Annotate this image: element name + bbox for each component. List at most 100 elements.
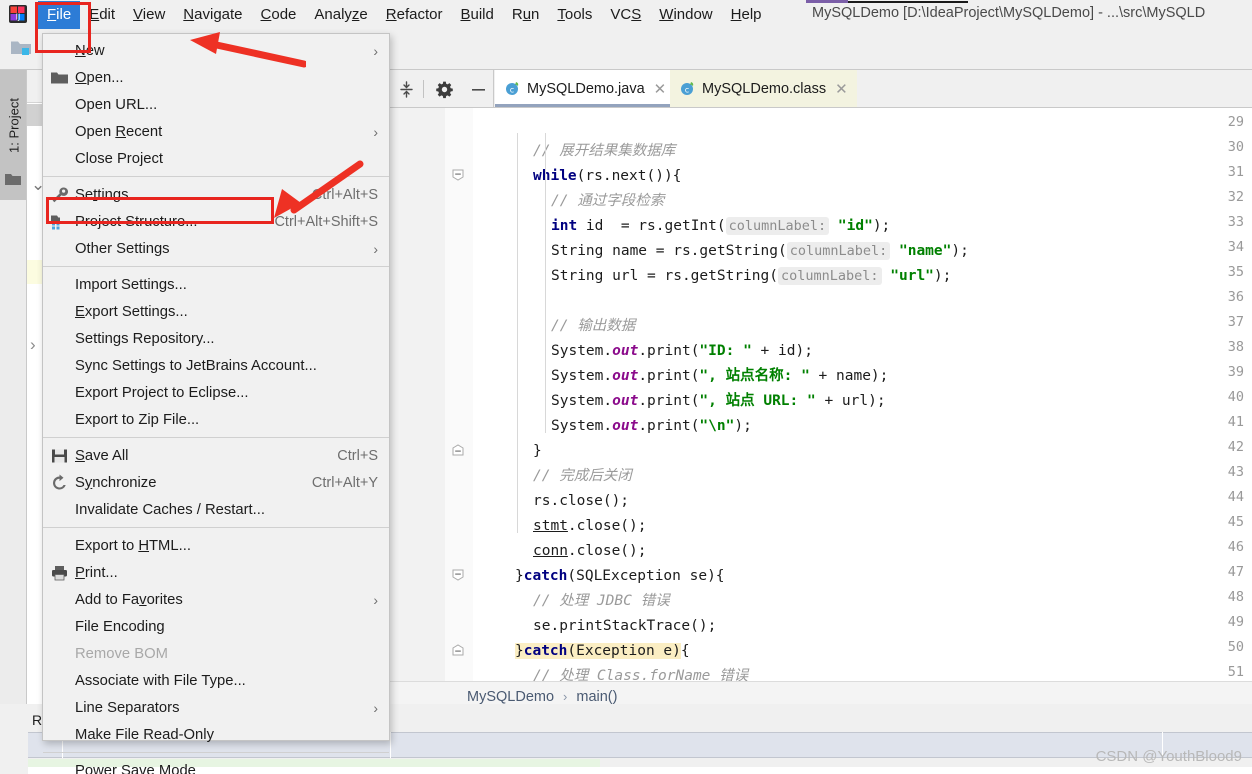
menu-item-add-to-favorites[interactable]: Add to Favorites › (43, 586, 389, 613)
menu-item-export-project-to-eclipse[interactable]: Export Project to Eclipse... (43, 379, 389, 406)
fold-marker-minus-open[interactable] (452, 568, 464, 581)
svg-text:c: c (685, 86, 689, 95)
menu-edit[interactable]: Edit (80, 1, 124, 29)
menu-item-synchronize[interactable]: Synchronize Ctrl+Alt+Y (43, 469, 389, 496)
breadcrumb-item-method[interactable]: main() (576, 689, 617, 705)
menu-view[interactable]: View (124, 1, 174, 29)
menu-item-file-encoding[interactable]: File Encoding (43, 613, 389, 640)
menu-item-open-recent[interactable]: Open Recent › (43, 118, 389, 145)
fold-marker-plus-closed[interactable] (452, 443, 464, 456)
code-folding-column[interactable] (445, 108, 473, 681)
code-line[interactable]: int id = rs.getInt(columnLabel: "id"); (551, 214, 890, 239)
breadcrumb-item-class[interactable]: MySQLDemo (467, 689, 554, 705)
gear-icon[interactable] (435, 80, 454, 99)
menu-vcs[interactable]: VCS (601, 1, 650, 29)
menu-item-invalidate-caches-restart[interactable]: Invalidate Caches / Restart... (43, 496, 389, 523)
fold-marker-minus-open[interactable] (452, 168, 464, 181)
code-line[interactable]: stmt.close(); (533, 514, 647, 539)
code-line[interactable]: String name = rs.getString(columnLabel: … (551, 239, 969, 264)
menu-item-power-save-mode[interactable]: Power Save Mode (43, 757, 389, 774)
code-token-kw: catch (523, 643, 568, 659)
menu-separator (43, 527, 389, 528)
code-line[interactable]: while(rs.next()){ (533, 164, 681, 189)
code-line[interactable]: rs.close(); (533, 489, 629, 514)
code-editor[interactable]: 29 30 31 32 33 34 35 36 37 38 39 40 41 42 43 44 45 46 47 48… (389, 108, 1252, 681)
code-line[interactable]: } (533, 439, 542, 464)
code-line[interactable]: System.out.print("ID: " + id); (551, 339, 813, 364)
menu-item-other-settings[interactable]: Other Settings › (43, 235, 389, 262)
project-folder-toolbar-icon[interactable] (10, 38, 32, 57)
menu-item-settings-repository[interactable]: Settings Repository... (43, 325, 389, 352)
code-line[interactable]: System.out.print(", 站点名称: " + name); (551, 364, 888, 389)
menu-item-export-to-html[interactable]: Export to HTML... (43, 532, 389, 559)
menu-refactor[interactable]: Refactor (377, 1, 452, 29)
menu-item-open-url[interactable]: Open URL... (43, 91, 389, 118)
editor-tab-class[interactable]: c MySQLDemo.class ✕ (670, 70, 857, 107)
title-accent-bar-2 (848, 1, 968, 3)
menu-item-make-file-read-only[interactable]: Make File Read-Only (43, 721, 389, 748)
code-content[interactable]: // 展开结果集数据库 while(rs.next()){// 通过字段检索 int… (497, 108, 1252, 681)
code-line[interactable]: conn.close(); (533, 539, 647, 564)
menu-item-open[interactable]: Open... (43, 64, 389, 91)
code-line[interactable]: // 通过字段检索 (551, 189, 664, 214)
menu-file[interactable]: File (38, 0, 81, 29)
menu-build[interactable]: Build (451, 1, 502, 29)
fold-marker-plus-closed[interactable] (452, 643, 464, 656)
menu-window[interactable]: Window (650, 1, 721, 29)
code-line[interactable]: // 展开结果集数据库 (533, 139, 675, 164)
menu-item-project-structure[interactable]: Project Structure... Ctrl+Alt+Shift+S (43, 208, 389, 235)
svg-text:IJ: IJ (16, 13, 21, 22)
menu-item-line-separators[interactable]: Line Separators › (43, 694, 389, 721)
menu-tools[interactable]: Tools (548, 1, 601, 29)
menu-item-new[interactable]: New › (43, 37, 389, 64)
sidebar-item-project[interactable]: 1: Project (0, 70, 26, 200)
file-menu-dropdown[interactable]: New › Open... Open URL... Open Recent › Close … (42, 33, 390, 774)
menu-item-print[interactable]: Print... (43, 559, 389, 586)
project-structure-icon (51, 213, 68, 230)
menu-code[interactable]: Code (252, 1, 306, 29)
menu-item-close-project[interactable]: Close Project (43, 145, 389, 172)
menu-run[interactable]: Run (503, 1, 549, 29)
code-token-plain: } (515, 568, 524, 584)
code-line[interactable]: System.out.print(", 站点 URL: " + url); (551, 389, 886, 414)
menu-item-export-to-zip-file[interactable]: Export to Zip File... (43, 406, 389, 433)
menu-item-settings[interactable]: Settings... Ctrl+Alt+S (43, 181, 389, 208)
code-line[interactable]: }catch(SQLException se){ (515, 564, 725, 589)
code-line[interactable]: // 完成后关闭 (533, 464, 632, 489)
code-token-plain: .print( (638, 418, 700, 434)
editor-marker-column (473, 108, 497, 681)
code-line[interactable]: String url = rs.getString(columnLabel: "… (551, 264, 951, 289)
intellij-idea-logo-icon: IJ (9, 5, 27, 23)
collapse-all-icon[interactable] (397, 80, 416, 99)
menu-navigate[interactable]: Navigate (174, 1, 251, 29)
minus-icon[interactable] (469, 80, 488, 99)
menu-help[interactable]: Help (722, 1, 771, 29)
left-tool-strip: 1: Project (0, 70, 27, 704)
code-line[interactable]: System.out.print("\n"); (551, 414, 752, 439)
code-token-plain: (rs.next()){ (576, 168, 682, 184)
code-line[interactable]: }catch(Exception e){ (515, 639, 690, 664)
menu-item-associate-with-file-type[interactable]: Associate with File Type... (43, 667, 389, 694)
editor-tab-java[interactable]: c MySQLDemo.java ✕ (495, 70, 676, 107)
menu-item-save-all[interactable]: Save All Ctrl+S (43, 442, 389, 469)
menu-item-label: Invalidate Caches / Restart... (75, 501, 265, 518)
folder-icon (5, 174, 21, 185)
chevron-right-icon[interactable]: › (30, 335, 36, 355)
menu-item-label: Power Save Mode (75, 762, 196, 774)
menu-analyze[interactable]: Analyze (305, 1, 376, 29)
code-line[interactable]: // 处理 Class.forName 错误 (533, 664, 748, 681)
window-title: MySQLDemo [D:\IdeaProject\MySQLDemo] - .… (812, 5, 1206, 21)
close-icon[interactable]: ✕ (654, 80, 667, 98)
idea-window: MySQLDemo [D:\IdeaProject\MySQLDemo] - .… (0, 0, 1252, 774)
menu-item-sync-settings-to-jetbrains-account[interactable]: Sync Settings to JetBrains Account... (43, 352, 389, 379)
menu-item-export-settings[interactable]: Export Settings... (43, 298, 389, 325)
code-line[interactable]: se.printStackTrace(); (533, 614, 716, 639)
menu-item-import-settings[interactable]: Import Settings... (43, 271, 389, 298)
menu-item-label: Sync Settings to JetBrains Account... (75, 357, 317, 374)
code-line[interactable]: // 处理 JDBC 错误 (533, 589, 670, 614)
close-icon[interactable]: ✕ (835, 80, 848, 98)
code-token-plain: String url = rs.getString( (551, 268, 778, 284)
code-line[interactable]: // 输出数据 (551, 314, 635, 339)
